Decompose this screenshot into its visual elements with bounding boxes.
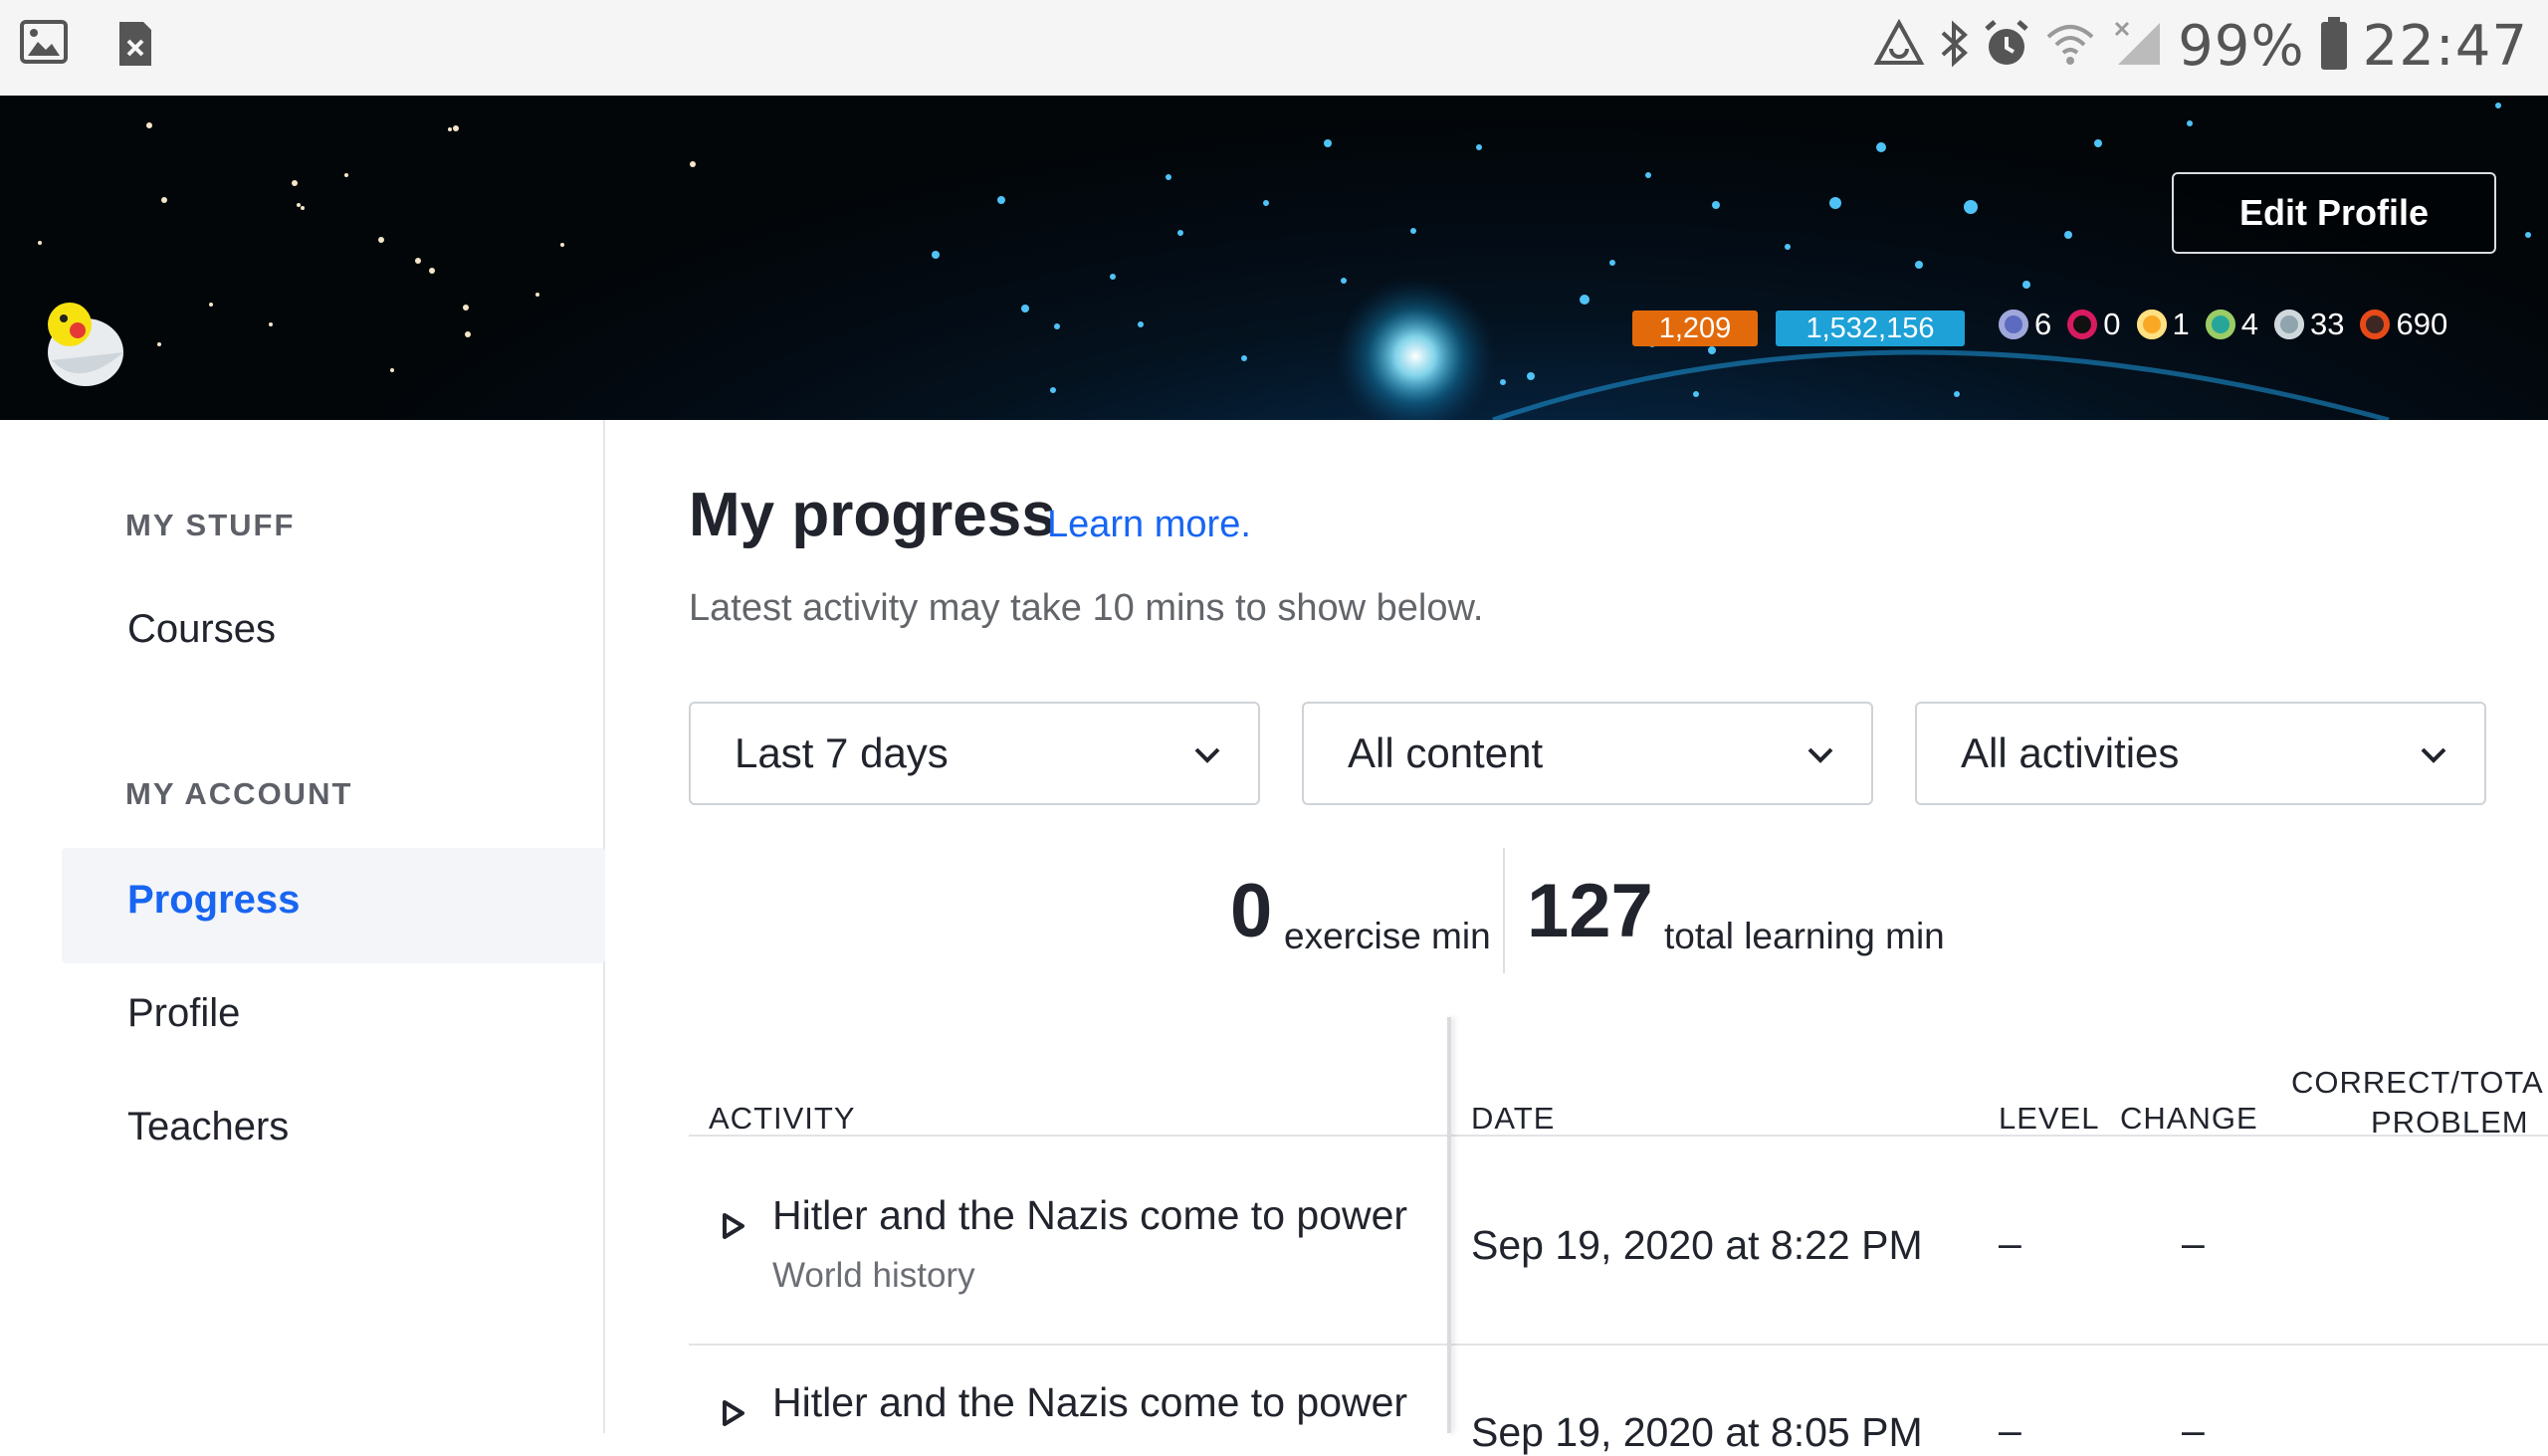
alarm-icon xyxy=(1983,19,2030,74)
activity-title[interactable]: Hitler and the Nazis come to power xyxy=(772,1192,1407,1239)
badge-count-moon[interactable]: 0 xyxy=(2067,307,2121,342)
profile-banner: Edit Profile 1,209 1,532,156 6 0 1 4 33 … xyxy=(0,96,2548,420)
battery-percentage: 99% xyxy=(2178,14,2305,79)
exercise-minutes-value: 0 xyxy=(1230,869,1273,953)
total-points-badge: 1,532,156 xyxy=(1776,311,1965,346)
badge-count-earth[interactable]: 1 xyxy=(2136,307,2190,342)
stats-divider xyxy=(1503,848,1505,973)
black-hole-badge-icon xyxy=(2274,310,2304,339)
avatar[interactable] xyxy=(40,295,129,390)
battery-icon xyxy=(2319,17,2349,76)
column-header-change[interactable]: CHANGE xyxy=(2120,1101,2258,1137)
badge-count-black-hole[interactable]: 33 xyxy=(2274,307,2344,342)
data-saver-icon xyxy=(1873,18,1925,74)
expand-arrow-icon[interactable] xyxy=(721,1399,746,1427)
starfield-background xyxy=(38,103,2531,420)
activity-filter-selected: All activities xyxy=(1961,729,2180,776)
edit-profile-button[interactable]: Edit Profile xyxy=(2172,172,2496,254)
gallery-notification-icon xyxy=(20,20,68,73)
total-learning-minutes-label: total learning min xyxy=(1664,916,1945,956)
sidebar-item-courses[interactable]: Courses xyxy=(127,607,276,652)
main-content: My progress Learn more. Latest activity … xyxy=(605,420,2548,1455)
activity-level: – xyxy=(1999,1220,2021,1266)
row-divider xyxy=(689,1344,2548,1346)
chevron-down-icon xyxy=(2421,747,2446,763)
expand-arrow-icon[interactable] xyxy=(721,1212,746,1240)
badge-count-value: 33 xyxy=(2310,307,2345,341)
activity-title[interactable]: Hitler and the Nazis come to power xyxy=(772,1379,1407,1426)
sidebar-item-profile[interactable]: Profile xyxy=(127,991,240,1036)
column-header-date[interactable]: DATE xyxy=(1471,1101,1555,1137)
clock: 22:47 xyxy=(2362,14,2528,79)
learning-stats: 0 exercise min 127 total learning min xyxy=(605,848,2548,973)
activity-date: Sep 19, 2020 at 8:22 PM xyxy=(1471,1222,1923,1268)
header-divider xyxy=(689,1135,2548,1137)
badge-count-value: 6 xyxy=(2034,307,2052,341)
badge-count-challenge[interactable]: 690 xyxy=(2360,307,2447,342)
page-subtitle: Latest activity may take 10 mins to show… xyxy=(689,587,1484,629)
activity-level: – xyxy=(1999,1407,2021,1453)
challenge-patch-icon xyxy=(2360,310,2391,339)
column-header-activity[interactable]: ACTIVITY xyxy=(709,1101,856,1137)
my-account-heading: MY ACCOUNT xyxy=(125,776,353,811)
meteorite-badge-icon xyxy=(1999,310,2028,339)
energy-points-badge: 1,209 xyxy=(1632,311,1758,346)
activity-change: – xyxy=(2182,1407,2205,1453)
closed-notification-icon xyxy=(115,20,155,73)
wifi-icon xyxy=(2044,19,2096,74)
my-stuff-heading: MY STUFF xyxy=(125,508,296,542)
badge-counts: 6 0 1 4 33 690 xyxy=(1999,307,2457,342)
badge-count-value: 0 xyxy=(2103,307,2121,341)
moon-badge-icon xyxy=(2067,310,2098,339)
earth-badge-icon xyxy=(2136,310,2167,339)
content-filter-selected: All content xyxy=(1348,729,1544,776)
badge-count-value: 1 xyxy=(2172,307,2190,341)
activity-subject: World history xyxy=(772,1256,975,1295)
chevron-down-icon xyxy=(1807,747,1833,763)
column-header-level[interactable]: LEVEL xyxy=(1999,1101,2100,1137)
badge-count-sun[interactable]: 4 xyxy=(2205,307,2258,342)
badge-count-meteorite[interactable]: 6 xyxy=(1999,307,2051,342)
sun-badge-icon xyxy=(2205,310,2235,339)
sticky-column-divider xyxy=(1447,1017,1451,1433)
content-filter-dropdown[interactable]: All content xyxy=(1302,702,1873,805)
sidebar: MY STUFF Courses MY ACCOUNT Progress Pro… xyxy=(0,420,605,1433)
activity-change: – xyxy=(2182,1220,2205,1266)
sidebar-item-progress[interactable]: Progress xyxy=(127,878,300,923)
chevron-down-icon xyxy=(1194,747,1220,763)
time-range-selected: Last 7 days xyxy=(735,729,949,776)
bluetooth-icon xyxy=(1939,19,1969,74)
system-status-bar: 99% 22:47 xyxy=(0,0,2548,96)
exercise-minutes-label: exercise min xyxy=(1284,916,1491,956)
badge-count-value: 690 xyxy=(2396,307,2448,341)
sidebar-item-teachers[interactable]: Teachers xyxy=(127,1105,289,1149)
cellular-signal-icon xyxy=(2110,19,2164,74)
activity-filter-dropdown[interactable]: All activities xyxy=(1915,702,2486,805)
learn-more-link[interactable]: Learn more. xyxy=(1047,504,1251,546)
time-range-dropdown[interactable]: Last 7 days xyxy=(689,702,1260,805)
column-header-correct-total-line1[interactable]: CORRECT/TOTA xyxy=(2291,1065,2548,1101)
badge-count-value: 4 xyxy=(2240,307,2258,341)
page-title: My progress xyxy=(689,481,1056,549)
total-learning-minutes-value: 127 xyxy=(1527,869,1653,953)
activity-table: ACTIVITY DATE LEVEL CHANGE CORRECT/TOTA … xyxy=(689,1017,2548,1455)
